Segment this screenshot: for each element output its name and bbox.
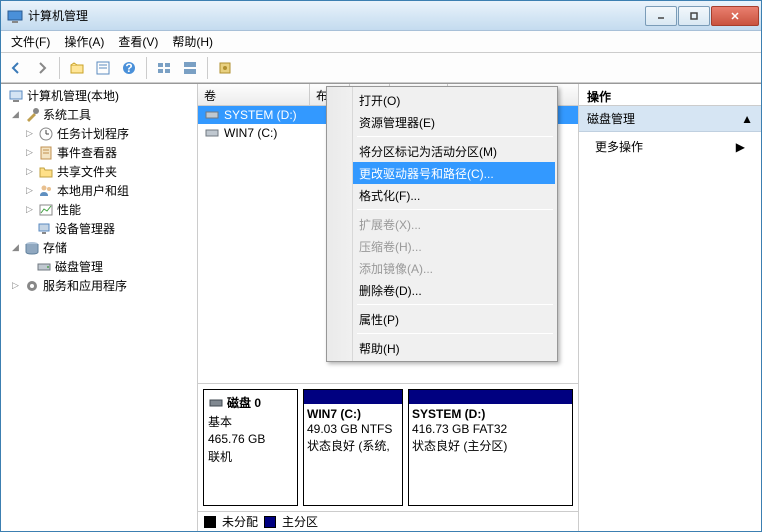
device-icon — [36, 221, 52, 237]
legend-primary-icon — [264, 516, 276, 528]
tree-performance[interactable]: ▷ 性能 — [1, 200, 197, 219]
volume-icon — [204, 125, 220, 141]
disk-icon — [36, 259, 52, 275]
settings-button[interactable] — [214, 57, 236, 79]
menu-operation[interactable]: 操作(A) — [58, 31, 110, 52]
actions-header: 操作 — [579, 84, 761, 106]
ctx-help[interactable]: 帮助(H) — [329, 337, 555, 359]
computer-management-window: 计算机管理 文件(F) 操作(A) 查看(V) 帮助(H) ? 计算 — [0, 0, 762, 532]
window-title: 计算机管理 — [7, 7, 645, 24]
triangle-right-icon: ▶ — [736, 140, 745, 154]
folder-icon — [38, 164, 54, 180]
menu-view[interactable]: 查看(V) — [112, 31, 164, 52]
tree-pane: 计算机管理(本地) ◢ 系统工具 ▷ 任务计划程序 ▷ 事件查看器 — [1, 84, 198, 531]
tree-disk-management[interactable]: 磁盘管理 — [1, 257, 197, 276]
expander-icon[interactable]: ▷ — [24, 204, 35, 215]
expander-icon[interactable]: ▷ — [24, 166, 35, 177]
storage-icon — [24, 240, 40, 256]
menubar: 文件(F) 操作(A) 查看(V) 帮助(H) — [1, 31, 761, 53]
tree-device-manager[interactable]: 设备管理器 — [1, 219, 197, 238]
disk-info-0[interactable]: 磁盘 0 基本 465.76 GB 联机 — [203, 389, 298, 506]
ctx-delete[interactable]: 删除卷(D)... — [329, 279, 555, 301]
disk-row-0: 磁盘 0 基本 465.76 GB 联机 WIN7 (C:) 49.03 GB … — [198, 384, 578, 511]
event-icon — [38, 145, 54, 161]
ctx-mirror: 添加镜像(A)... — [329, 257, 555, 279]
expander-icon[interactable]: ▷ — [24, 147, 35, 158]
clock-icon — [38, 126, 54, 142]
tree-services-apps[interactable]: ▷ 服务和应用程序 — [1, 276, 197, 295]
disk-graphical-panel: 磁盘 0 基本 465.76 GB 联机 WIN7 (C:) 49.03 GB … — [198, 383, 578, 531]
tools-icon — [24, 107, 40, 123]
performance-icon — [38, 202, 54, 218]
expander-icon[interactable]: ◢ — [10, 109, 21, 120]
partition-system[interactable]: SYSTEM (D:) 416.73 GB FAT32 状态良好 (主分区) — [408, 389, 573, 506]
center-pane: 卷 布局 类型 文件系统 状态 SYSTEM (D:) 区) WI — [198, 84, 579, 531]
users-icon — [38, 183, 54, 199]
legend: 未分配 主分区 — [198, 511, 578, 531]
back-button[interactable] — [5, 57, 27, 79]
minimize-button[interactable] — [645, 6, 677, 26]
services-icon — [24, 278, 40, 294]
actions-more[interactable]: 更多操作 ▶ — [579, 132, 761, 161]
maximize-button[interactable] — [678, 6, 710, 26]
help-button[interactable]: ? — [118, 57, 140, 79]
ctx-format[interactable]: 格式化(F)... — [329, 184, 555, 206]
menu-help[interactable]: 帮助(H) — [166, 31, 219, 52]
actions-pane: 操作 磁盘管理 ▲ 更多操作 ▶ — [579, 84, 761, 531]
legend-unallocated-icon — [204, 516, 216, 528]
tree-shared-folders[interactable]: ▷ 共享文件夹 — [1, 162, 197, 181]
forward-button[interactable] — [31, 57, 53, 79]
partition-win7[interactable]: WIN7 (C:) 49.03 GB NTFS 状态良好 (系统, — [303, 389, 403, 506]
tree-storage[interactable]: ◢ 存储 — [1, 238, 197, 257]
col-volume[interactable]: 卷 — [198, 84, 310, 105]
tree-task-scheduler[interactable]: ▷ 任务计划程序 — [1, 124, 197, 143]
computer-icon — [8, 88, 24, 104]
context-menu: 打开(O) 资源管理器(E) 将分区标记为活动分区(M) 更改驱动器号和路径(C… — [326, 86, 558, 362]
ctx-explorer[interactable]: 资源管理器(E) — [329, 111, 555, 133]
expander-icon[interactable]: ▷ — [10, 280, 21, 291]
expander-icon[interactable]: ◢ — [10, 242, 21, 253]
titlebar: 计算机管理 — [1, 1, 761, 31]
tree-local-users[interactable]: ▷ 本地用户和组 — [1, 181, 197, 200]
ctx-shrink: 压缩卷(H)... — [329, 235, 555, 257]
menu-file[interactable]: 文件(F) — [5, 31, 56, 52]
ctx-properties[interactable]: 属性(P) — [329, 308, 555, 330]
expander-icon[interactable]: ▷ — [24, 185, 35, 196]
view-button-2[interactable] — [179, 57, 201, 79]
window-buttons — [645, 6, 759, 26]
ctx-change-letter[interactable]: 更改驱动器号和路径(C)... — [329, 162, 555, 184]
legend-primary-label: 主分区 — [282, 513, 318, 530]
expander-icon[interactable]: ▷ — [24, 128, 35, 139]
close-button[interactable] — [711, 6, 759, 26]
ctx-open[interactable]: 打开(O) — [329, 89, 555, 111]
ctx-extend: 扩展卷(X)... — [329, 213, 555, 235]
legend-unallocated-label: 未分配 — [222, 513, 258, 530]
view-button-1[interactable] — [153, 57, 175, 79]
tree-root[interactable]: 计算机管理(本地) — [1, 86, 197, 105]
svg-text:?: ? — [125, 61, 132, 75]
tree-system-tools[interactable]: ◢ 系统工具 — [1, 105, 197, 124]
content-area: 计算机管理(本地) ◢ 系统工具 ▷ 任务计划程序 ▷ 事件查看器 — [1, 83, 761, 531]
toolbar: ? — [1, 53, 761, 83]
tree-event-viewer[interactable]: ▷ 事件查看器 — [1, 143, 197, 162]
actions-disk-mgmt[interactable]: 磁盘管理 ▲ — [579, 106, 761, 132]
volume-icon — [204, 107, 220, 123]
ctx-mark-active[interactable]: 将分区标记为活动分区(M) — [329, 140, 555, 162]
properties-button[interactable] — [92, 57, 114, 79]
up-button[interactable] — [66, 57, 88, 79]
disk-icon — [208, 395, 224, 411]
triangle-up-icon: ▲ — [741, 112, 753, 126]
app-icon — [7, 8, 23, 24]
